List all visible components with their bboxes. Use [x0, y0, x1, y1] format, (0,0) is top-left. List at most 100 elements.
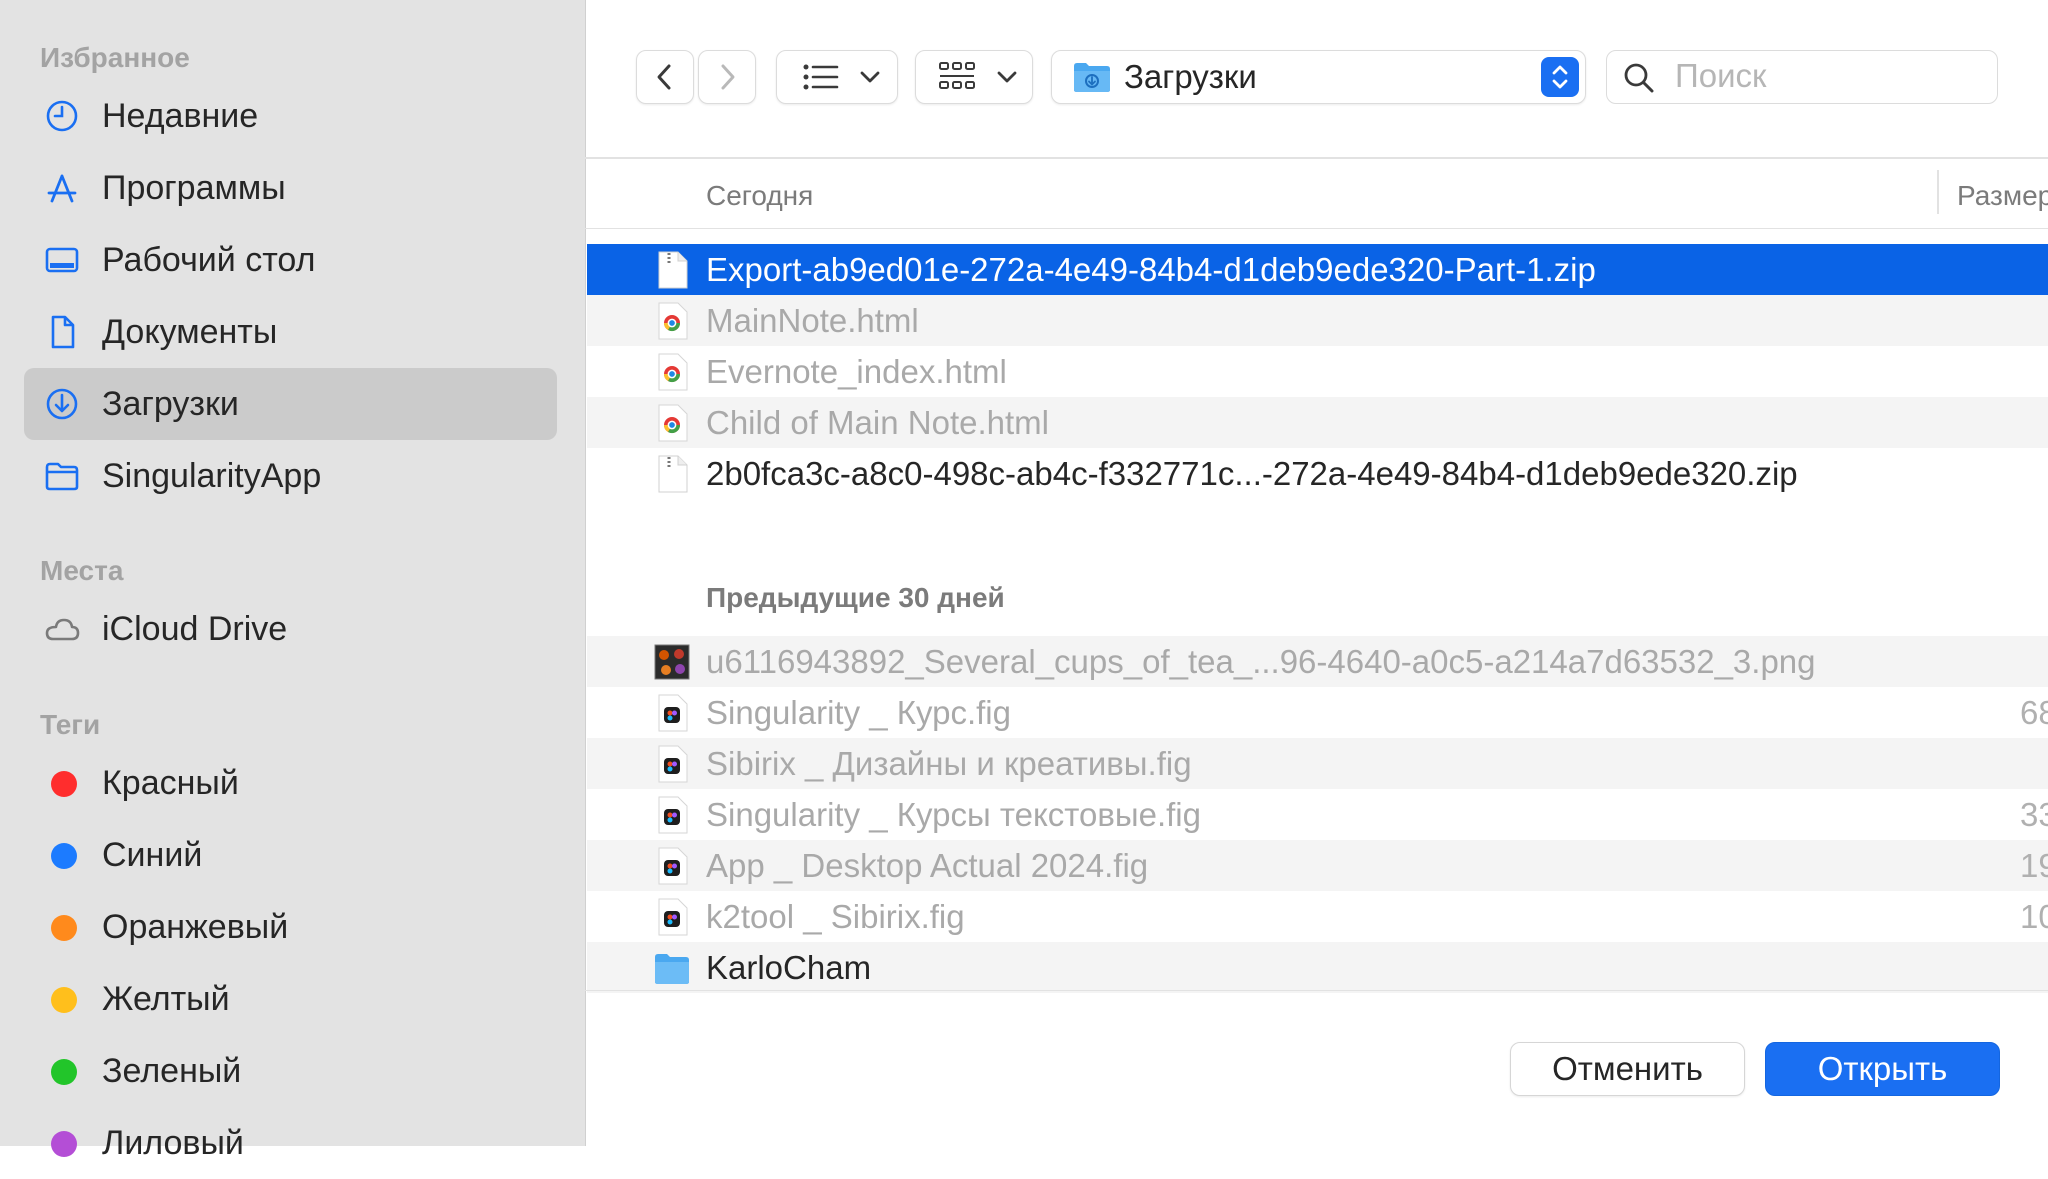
sidebar-item-icloud-drive[interactable]: iCloud Drive — [24, 593, 557, 665]
file-row[interactable]: Evernote_index.html — [587, 346, 2048, 397]
group-view-button[interactable] — [915, 50, 1033, 104]
list-view-button[interactable] — [776, 50, 898, 104]
column-header-name[interactable]: Сегодня — [706, 180, 813, 212]
figma-file-icon — [658, 694, 688, 732]
file-size: 19 — [2020, 847, 2048, 884]
tag-green[interactable]: Зеленый — [24, 1035, 557, 1107]
tag-label: Желтый — [102, 980, 230, 1018]
file-row[interactable]: Sibirix _ Дизайны и креативы.fig — [587, 738, 2048, 789]
sidebar: Избранное Недавние Программы Рабочий сто… — [0, 0, 586, 1162]
tag-yellow[interactable]: Желтый — [24, 963, 557, 1035]
html-file-icon — [658, 404, 688, 442]
chevron-right-icon — [721, 64, 735, 90]
sidebar-item-desktop[interactable]: Рабочий стол — [24, 224, 557, 296]
grid-icon — [939, 62, 975, 89]
file-size: 68 — [2020, 694, 2048, 731]
file-size: 33 — [2020, 796, 2048, 833]
tag-color-dot — [51, 1059, 77, 1085]
file-row[interactable]: 2b0fca3c-a8c0-498c-ab4c-f332771c...-272a… — [587, 448, 2048, 499]
favorites-heading: Избранное — [40, 42, 190, 73]
apps-icon — [47, 174, 77, 203]
file-row[interactable]: Singularity _ Курс.fig 68 — [587, 687, 2048, 738]
desktop-icon — [45, 247, 79, 273]
location-stepper[interactable] — [1541, 57, 1579, 97]
download-icon — [46, 388, 78, 420]
folder-icon — [655, 954, 689, 984]
sidebar-item-downloads[interactable]: Загрузки — [24, 368, 557, 440]
file-row[interactable]: MainNote.html — [587, 295, 2048, 346]
file-row[interactable]: App _ Desktop Actual 2024.fig 19 — [587, 840, 2048, 891]
list-icon — [803, 64, 839, 90]
downloads-folder-icon — [1074, 63, 1110, 92]
file-name: MainNote.html — [706, 302, 919, 339]
tag-blue[interactable]: Синий — [24, 819, 557, 891]
file-name: Sibirix _ Дизайны и креативы.fig — [706, 745, 1192, 782]
tag-label: Синий — [102, 836, 203, 874]
toolbar-divider — [585, 157, 2048, 159]
cancel-button[interactable]: Отменить — [1510, 1042, 1745, 1096]
sidebar-item-label: Документы — [102, 313, 278, 351]
file-row[interactable]: KarloCham — [587, 942, 2048, 993]
zip-file-icon — [658, 455, 688, 493]
chevron-left-icon — [657, 64, 671, 90]
column-separator[interactable] — [1937, 170, 1939, 214]
tag-color-dot — [51, 915, 77, 941]
sidebar-item-recents[interactable]: Недавние — [24, 80, 557, 152]
tag-red[interactable]: Красный — [24, 747, 557, 819]
file-name: 2b0fca3c-a8c0-498c-ab4c-f332771c...-272a… — [706, 455, 1798, 492]
chevron-down-icon — [860, 71, 880, 83]
tag-color-dot — [51, 1131, 77, 1157]
file-size: 10 — [2020, 898, 2048, 935]
sidebar-item-label: iCloud Drive — [102, 610, 288, 648]
tag-label: Зеленый — [102, 1052, 242, 1090]
tag-color-dot — [51, 987, 77, 1013]
up-down-arrows-icon — [1552, 65, 1568, 89]
places-heading: Места — [40, 555, 124, 586]
group-header-previous-30-days: Предыдущие 30 дней — [706, 582, 1005, 613]
search-icon — [1624, 63, 1654, 93]
file-name: Singularity _ Курсы текстовые.fig — [706, 796, 1201, 833]
figma-file-icon — [658, 796, 688, 834]
search-field[interactable] — [1606, 50, 1998, 104]
tag-purple[interactable]: Лиловый — [24, 1107, 557, 1179]
sidebar-item-label: Недавние — [102, 97, 259, 135]
file-name: Singularity _ Курс.fig — [706, 694, 1011, 731]
sidebar-item-singularityapp[interactable]: SingularityApp — [24, 440, 557, 512]
sidebar-item-label: SingularityApp — [102, 457, 322, 495]
sidebar-item-documents[interactable]: Документы — [24, 296, 557, 368]
tag-label: Оранжевый — [102, 908, 289, 946]
sidebar-item-label: Загрузки — [102, 385, 239, 423]
file-name: k2tool _ Sibirix.fig — [706, 898, 965, 935]
file-name: Export-ab9ed01e-272a-4e49-84b4-d1deb9ede… — [706, 251, 1596, 288]
file-row[interactable]: k2tool _ Sibirix.fig 10 — [587, 891, 2048, 942]
location-label: Загрузки — [1124, 58, 1257, 95]
zip-file-icon — [658, 251, 688, 289]
tag-color-dot — [51, 771, 77, 797]
file-name: App _ Desktop Actual 2024.fig — [706, 847, 1149, 884]
open-button[interactable]: Открыть — [1765, 1042, 2000, 1096]
list-bottom-divider — [585, 990, 2048, 991]
tag-orange[interactable]: Оранжевый — [24, 891, 557, 963]
file-row[interactable]: Export-ab9ed01e-272a-4e49-84b4-d1deb9ede… — [587, 244, 2048, 295]
image-thumbnail-icon — [654, 644, 690, 680]
sidebar-item-label: Рабочий стол — [102, 241, 316, 279]
file-row[interactable]: u6116943892_Several_cups_of_tea_...96-46… — [587, 636, 2048, 687]
sidebar-item-applications[interactable]: Программы — [24, 152, 557, 224]
chevron-down-icon — [997, 71, 1017, 83]
header-divider — [585, 228, 2048, 229]
file-row[interactable]: Singularity _ Курсы текстовые.fig 33 — [587, 789, 2048, 840]
file-row[interactable]: Child of Main Note.html — [587, 397, 2048, 448]
location-popup[interactable]: Загрузки — [1051, 50, 1586, 104]
html-file-icon — [658, 353, 688, 391]
column-header-size[interactable]: Размер — [1957, 180, 2048, 212]
figma-file-icon — [658, 745, 688, 783]
figma-file-icon — [658, 898, 688, 936]
tag-label: Лиловый — [102, 1124, 244, 1162]
forward-button[interactable] — [698, 50, 756, 104]
file-name: u6116943892_Several_cups_of_tea_...96-46… — [706, 643, 1816, 680]
sidebar-item-label: Программы — [102, 169, 286, 207]
tags-heading: Теги — [40, 709, 101, 740]
search-input[interactable] — [1675, 55, 1975, 97]
back-button[interactable] — [636, 50, 694, 104]
tag-label: Красный — [102, 764, 239, 802]
